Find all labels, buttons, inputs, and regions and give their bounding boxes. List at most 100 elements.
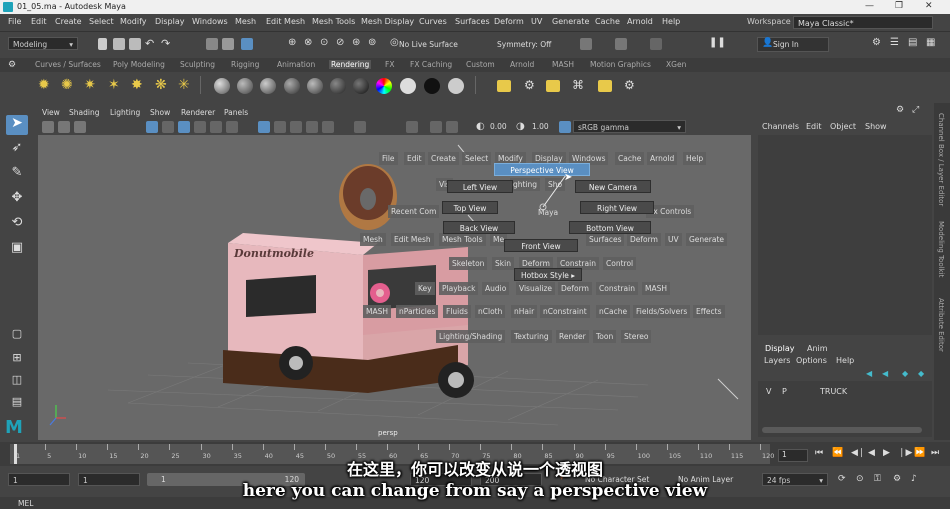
shelf-tab-curves-surfaces[interactable]: Curves / Surfaces: [35, 60, 101, 69]
bookmarks-icon[interactable]: [58, 121, 70, 133]
marking-menu-top-view[interactable]: Top View: [442, 201, 498, 214]
hotbox-lighting-shading[interactable]: Lighting/Shading: [436, 330, 506, 343]
spot-light-icon[interactable]: ✸: [131, 77, 143, 93]
phong-shader-icon[interactable]: [260, 78, 276, 94]
textured-icon[interactable]: [194, 121, 206, 133]
hotbox-render[interactable]: Render: [556, 330, 589, 343]
menuset-dropdown[interactable]: Modeling ▾: [8, 37, 78, 50]
snap-point-icon[interactable]: ⊙: [320, 37, 328, 48]
layout-four-icon[interactable]: ⊞: [6, 351, 28, 371]
shelf-tab-rendering[interactable]: Rendering: [329, 60, 372, 69]
menu-file[interactable]: File: [8, 17, 21, 26]
donut-sign[interactable]: [339, 164, 397, 230]
lights-icon[interactable]: [210, 121, 222, 133]
open-scene-icon[interactable]: [113, 38, 125, 50]
shelf-tab-mash[interactable]: MASH: [552, 60, 574, 69]
viewport-menu-shading[interactable]: Shading: [69, 108, 99, 117]
pause-icon[interactable]: ❚❚: [709, 37, 726, 48]
menu-deform[interactable]: Deform: [494, 17, 524, 26]
menu-create[interactable]: Create: [55, 17, 82, 26]
viewport-panel[interactable]: View Shading Lighting Show Renderer Pane…: [38, 105, 751, 440]
menu-windows[interactable]: Windows: [192, 17, 228, 26]
snap-curve-icon[interactable]: ⊗: [304, 37, 312, 48]
menu-curves[interactable]: Curves: [419, 17, 447, 26]
menu-mesh[interactable]: Mesh: [235, 17, 256, 26]
render-settings-icon[interactable]: [615, 38, 627, 50]
layer-move-up-icon[interactable]: ◀: [866, 369, 872, 378]
save-scene-icon[interactable]: [129, 38, 141, 50]
layer-row[interactable]: V P TRUCK: [758, 385, 932, 397]
menu-cache[interactable]: Cache: [595, 17, 620, 26]
hotbox-texturing[interactable]: Texturing: [511, 330, 552, 343]
channel-object-menu[interactable]: Object: [830, 122, 856, 131]
hotbox-help[interactable]: Help: [683, 152, 707, 165]
layout-single-icon[interactable]: ▢: [6, 327, 28, 347]
shelf-tab-sculpting[interactable]: Sculpting: [180, 60, 215, 69]
new-layer-icon[interactable]: ◆: [902, 369, 908, 378]
layout-outliner-icon[interactable]: ▤: [6, 395, 28, 415]
ramp-shader-icon[interactable]: [353, 78, 369, 94]
hotbox-playback[interactable]: Playback: [439, 282, 479, 295]
hotbox-fields-solvers[interactable]: Fields/Solvers: [633, 305, 691, 318]
new-layer-selected-icon[interactable]: ◆: [918, 369, 924, 378]
snap-surface-icon[interactable]: ⊛: [352, 37, 360, 48]
viewport-menu-renderer[interactable]: Renderer: [181, 108, 215, 117]
workspace-dropdown[interactable]: Maya Classic*: [793, 16, 933, 29]
shelf-tab-fx-caching[interactable]: FX Caching: [410, 60, 452, 69]
hotbox-deform-3[interactable]: Deform: [558, 282, 592, 295]
scale-tool-icon[interactable]: ▣: [6, 240, 28, 260]
render-view-icon[interactable]: [497, 80, 511, 92]
sign-in-button[interactable]: 👤 Sign In: [757, 37, 829, 52]
menu-display[interactable]: Display: [155, 17, 185, 26]
hotbox-edit[interactable]: Edit: [404, 152, 425, 165]
ambient-light-icon[interactable]: ✺: [61, 77, 73, 93]
layer-help-menu[interactable]: Help: [836, 356, 854, 365]
image-plane-icon[interactable]: [74, 121, 86, 133]
gamma-value[interactable]: 1.00: [532, 122, 549, 131]
marking-menu-back-view[interactable]: Back View: [443, 221, 515, 234]
hypershade-icon[interactable]: [598, 80, 612, 92]
hotbox-skeleton[interactable]: Skeleton: [449, 257, 488, 270]
antialias-icon[interactable]: [322, 121, 334, 133]
hotbox-visualize[interactable]: Visualize: [516, 282, 556, 295]
move-tool-icon[interactable]: ✥: [6, 190, 28, 210]
hotbox-nhair[interactable]: nHair: [511, 305, 538, 318]
lasso-tool-icon[interactable]: ➶: [6, 140, 28, 160]
point-light-icon[interactable]: ✶: [108, 77, 120, 93]
render-settings-2-icon[interactable]: ⚙: [624, 78, 635, 92]
layout-two-icon[interactable]: ◫: [6, 373, 28, 393]
shelf-menu-icon[interactable]: ⚙: [8, 60, 16, 70]
menu-surfaces[interactable]: Surfaces: [455, 17, 490, 26]
motion-blur-icon[interactable]: [306, 121, 318, 133]
depth-of-field-icon[interactable]: [354, 121, 366, 133]
select-component-icon[interactable]: [241, 38, 253, 50]
hotbox-key[interactable]: Key: [415, 282, 435, 295]
shelf-tab-custom[interactable]: Custom: [466, 60, 495, 69]
rotate-tool-icon[interactable]: ⟲: [6, 215, 28, 235]
camera-attributes-icon[interactable]: [42, 121, 54, 133]
viewport-menu-show[interactable]: Show: [150, 108, 170, 117]
marking-menu-right-view[interactable]: Right View: [580, 201, 654, 214]
marking-menu-new-camera[interactable]: New Camera: [575, 180, 651, 193]
menu-select[interactable]: Select: [89, 17, 114, 26]
hotbox-mash-2[interactable]: MASH: [363, 305, 392, 318]
hotbox-stereo[interactable]: Stereo: [621, 330, 652, 343]
channel-edit-menu[interactable]: Edit: [806, 122, 822, 131]
layered-shader-icon[interactable]: [330, 78, 346, 94]
menu-edit[interactable]: Edit: [31, 17, 47, 26]
select-object-icon[interactable]: [222, 38, 234, 50]
hypershade-color-icon[interactable]: [376, 78, 392, 94]
attribute-editor-icon[interactable]: ☰: [890, 37, 899, 48]
hotbox-nparticles[interactable]: nParticles: [396, 305, 439, 318]
smooth-shade-icon[interactable]: [178, 121, 190, 133]
channels-menu[interactable]: Channels: [762, 122, 799, 131]
surface-shader-icon[interactable]: [400, 78, 416, 94]
render-settings-shelf-icon[interactable]: ⚙: [524, 78, 535, 92]
hotbox-generate[interactable]: Generate: [686, 233, 728, 246]
select-tool-icon[interactable]: ➤: [6, 115, 28, 135]
hotbox-skin[interactable]: Skin: [492, 257, 514, 270]
menu-edit-mesh[interactable]: Edit Mesh: [266, 17, 305, 26]
channel-box-icon[interactable]: ▦: [926, 37, 935, 48]
shadows-icon[interactable]: [226, 121, 238, 133]
shelf-tab-animation[interactable]: Animation: [277, 60, 315, 69]
